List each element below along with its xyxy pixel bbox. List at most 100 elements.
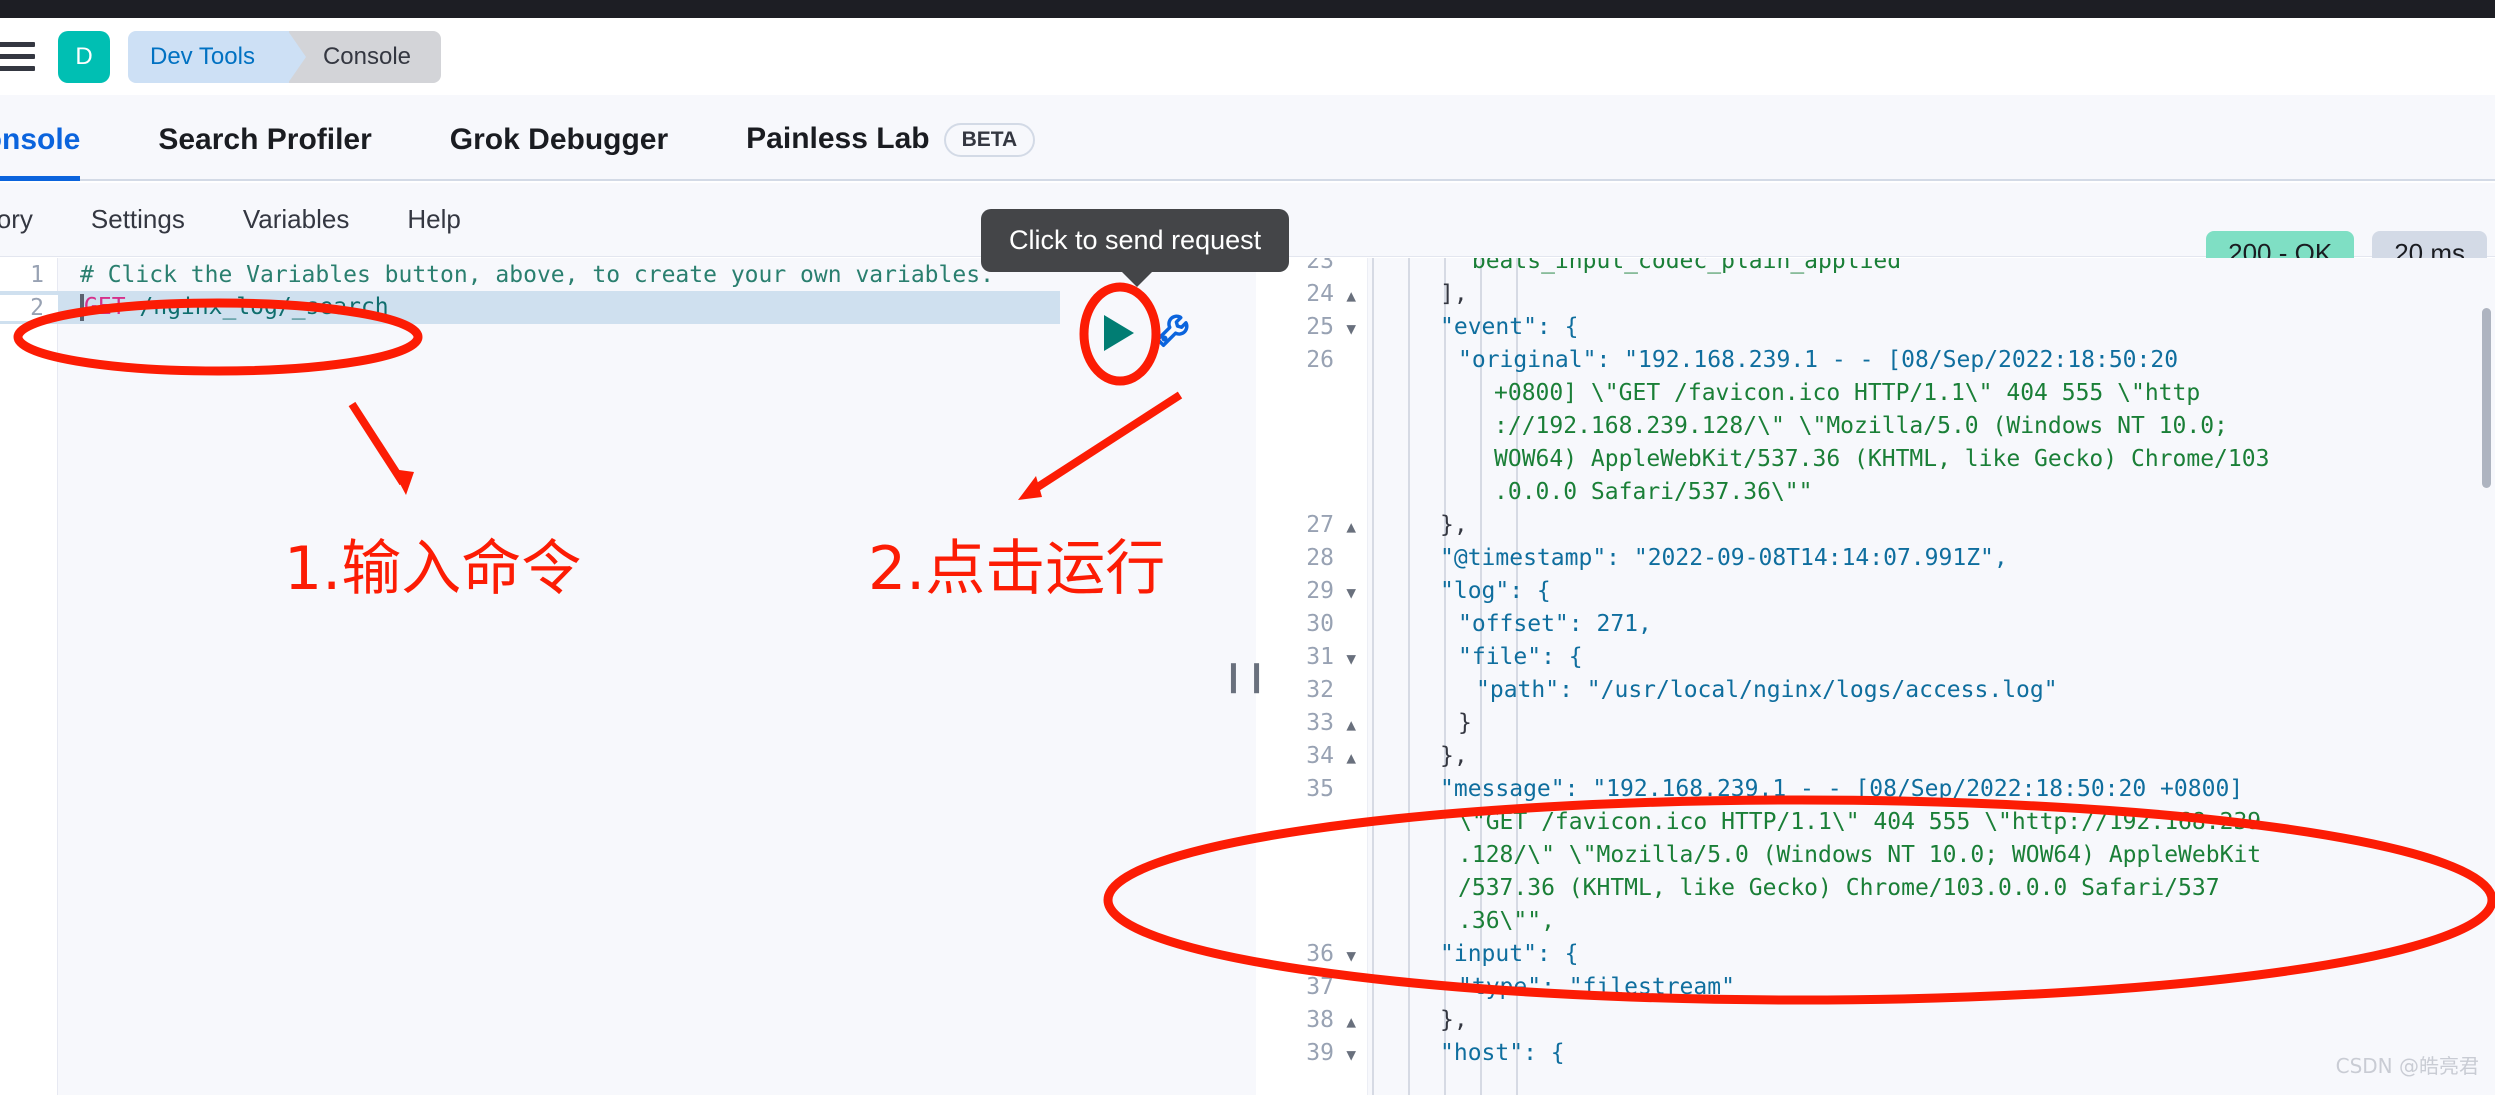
response-line-number: 37 bbox=[1306, 974, 1334, 1000]
response-line: .36\"", bbox=[1256, 908, 2495, 941]
fold-toggle-icon[interactable]: ▼ bbox=[1346, 319, 1356, 338]
splitter-grip: ❙❙ bbox=[1220, 659, 1269, 693]
editor-line-text: GET /nginx_log/_search bbox=[58, 294, 389, 321]
response-line-text: "file": { bbox=[1458, 644, 1583, 670]
response-line-number: 28 bbox=[1306, 545, 1334, 571]
editor-line-number: 2 bbox=[0, 294, 58, 321]
response-line-text: "event": { bbox=[1440, 314, 1579, 340]
play-icon[interactable] bbox=[1104, 315, 1134, 351]
response-line: \"GET /favicon.ico HTTP/1.1\" 404 555 \"… bbox=[1256, 809, 2495, 842]
tab-grok-debugger[interactable]: Grok Debugger bbox=[450, 123, 668, 179]
response-line: 31 ▼ "file": { bbox=[1256, 644, 2495, 677]
space-avatar[interactable]: D bbox=[58, 30, 110, 83]
response-line-number: 35 bbox=[1306, 776, 1334, 802]
response-line-text: }, bbox=[1440, 512, 1468, 538]
response-line-text: +0800] \"GET /favicon.ico HTTP/1.1\" 404… bbox=[1494, 380, 2201, 406]
response-line-number: 24 ▲ bbox=[1306, 281, 1356, 307]
editor-line-text: # Click the Variables button, above, to … bbox=[80, 261, 994, 288]
fold-toggle-icon[interactable]: ▲ bbox=[1346, 517, 1356, 536]
response-line-text: "beats_input_codec_plain_applied" bbox=[1458, 258, 1915, 274]
response-line: 27 ▲}, bbox=[1256, 512, 2495, 545]
response-line-text: WOW64) AppleWebKit/537.36 (KHTML, like G… bbox=[1494, 446, 2270, 472]
tab-search-profiler[interactable]: Search Profiler bbox=[158, 123, 371, 179]
response-line: .0.0.0 Safari/537.36\"" bbox=[1256, 479, 2495, 512]
breadcrumb-item-console[interactable]: Console bbox=[288, 30, 442, 83]
response-line-number: 30 bbox=[1306, 611, 1334, 637]
response-line-number: 31 ▼ bbox=[1306, 644, 1356, 670]
fold-toggle-icon[interactable]: ▼ bbox=[1346, 1045, 1356, 1064]
subnav-item-history[interactable]: History bbox=[0, 204, 33, 235]
response-line-text: "type": "filestream" bbox=[1458, 974, 1735, 1000]
tooltip-send-request: Click to send request bbox=[981, 209, 1290, 287]
fold-toggle-icon[interactable]: ▼ bbox=[1346, 649, 1356, 668]
response-line: 26 "original": "192.168.239.1 - - [08/Sep… bbox=[1256, 347, 2495, 380]
tab-console[interactable]: Console bbox=[0, 123, 81, 181]
response-line-number: 32 bbox=[1306, 677, 1334, 703]
hamburger-menu-icon[interactable] bbox=[0, 37, 40, 77]
fold-toggle-icon[interactable]: ▼ bbox=[1346, 946, 1356, 965]
response-line-text: "log": { bbox=[1440, 578, 1551, 604]
wrench-icon[interactable] bbox=[1152, 305, 1198, 356]
fold-toggle-icon[interactable]: ▲ bbox=[1346, 1012, 1356, 1031]
response-line: +0800] \"GET /favicon.ico HTTP/1.1\" 404… bbox=[1256, 380, 2495, 413]
breadcrumb-item-dev-tools[interactable]: Dev Tools bbox=[128, 30, 306, 83]
subnav-item-variables[interactable]: Variables bbox=[243, 204, 349, 235]
editor-gutter bbox=[0, 258, 58, 1095]
response-line-number: 27 ▲ bbox=[1306, 512, 1356, 538]
hamburger-bar bbox=[0, 66, 35, 71]
response-line-number: 34 ▲ bbox=[1306, 743, 1356, 769]
fold-toggle-icon[interactable]: ▲ bbox=[1346, 715, 1356, 734]
response-line: WOW64) AppleWebKit/537.36 (KHTML, like G… bbox=[1256, 446, 2495, 479]
response-line-text: } bbox=[1458, 710, 1472, 736]
response-line: 36 ▼ "input": { bbox=[1256, 941, 2495, 974]
tab-painless-lab[interactable]: Painless Lab BETA bbox=[746, 121, 1036, 179]
response-line-number: 36 ▼ bbox=[1306, 941, 1356, 967]
response-line: 37 "type": "filestream" bbox=[1256, 974, 2495, 1007]
response-line: 39 ▼ "host": { bbox=[1256, 1040, 2495, 1073]
response-line-text: }, bbox=[1440, 743, 1468, 769]
response-line: 34 ▲}, bbox=[1256, 743, 2495, 776]
tab-painless-lab-label: Painless Lab bbox=[746, 121, 930, 155]
response-viewer[interactable]: 23 "beats_input_codec_plain_applied" 24 ▲],… bbox=[1256, 258, 2495, 1095]
pane-splitter[interactable]: ❙❙ bbox=[1221, 258, 1269, 1095]
response-line: 38 ▲}, bbox=[1256, 1007, 2495, 1040]
hamburger-bar bbox=[0, 54, 35, 59]
subnav-item-help[interactable]: Help bbox=[407, 204, 460, 235]
response-line-text: ], bbox=[1440, 281, 1468, 307]
fold-toggle-icon[interactable]: ▼ bbox=[1346, 583, 1356, 602]
response-line-number: 33 ▲ bbox=[1306, 710, 1356, 736]
response-line-text: \"GET /favicon.ico HTTP/1.1\" 404 555 \"… bbox=[1458, 809, 2262, 835]
annotation-label-step-1: 1.输入命令 bbox=[284, 534, 582, 604]
editor-background bbox=[58, 258, 1235, 1095]
app-header: D Dev Tools Console bbox=[0, 18, 2495, 95]
subnav-item-settings[interactable]: Settings bbox=[91, 204, 185, 235]
response-line-number: 25 ▼ bbox=[1306, 314, 1356, 340]
http-method-token: GET bbox=[84, 294, 126, 320]
response-line: ://192.168.239.128/\" \"Mozilla/5.0 (Win… bbox=[1256, 413, 2495, 446]
response-line: 29 ▼ "log": { bbox=[1256, 578, 2495, 611]
response-line-text: "input": { bbox=[1440, 941, 1579, 967]
response-line-text: }, bbox=[1440, 1007, 1468, 1033]
response-line-number: 38 ▲ bbox=[1306, 1007, 1356, 1033]
hamburger-bar bbox=[0, 42, 35, 47]
response-line-text: .0.0.0 Safari/537.36\"" bbox=[1494, 479, 1813, 505]
fold-toggle-icon[interactable]: ▲ bbox=[1346, 286, 1356, 305]
response-line-number: 39 ▼ bbox=[1306, 1040, 1356, 1066]
request-editor[interactable]: 1 # Click the Variables button, above, t… bbox=[0, 258, 1235, 1095]
annotation-label-step-2: 2.点击运行 bbox=[868, 534, 1166, 604]
editor-line[interactable]: 2 GET /nginx_log/_search bbox=[0, 291, 1060, 324]
response-line: /537.36 (KHTML, like Gecko) Chrome/103.0… bbox=[1256, 875, 2495, 908]
response-line-text: "message": "192.168.239.1 - - [08/Sep/20… bbox=[1440, 776, 2244, 802]
editor-line-number: 1 bbox=[30, 261, 44, 288]
devtools-tabbar: Console Search Profiler Grok Debugger Pa… bbox=[0, 95, 2495, 181]
response-line: .128/\" \"Mozilla/5.0 (Windows NT 10.0; … bbox=[1256, 842, 2495, 875]
response-line-text: "path": "/usr/local/nginx/logs/access.lo… bbox=[1476, 677, 2058, 703]
breadcrumb: Dev Tools Console bbox=[128, 30, 442, 83]
watermark: CSDN @皓亮君 bbox=[2335, 1054, 2479, 1078]
response-line: 35 "message": "192.168.239.1 - - [08/Sep/… bbox=[1256, 776, 2495, 809]
fold-toggle-icon[interactable]: ▲ bbox=[1346, 748, 1356, 767]
response-line: 30 "offset": 271, bbox=[1256, 611, 2495, 644]
response-line-number: 26 bbox=[1306, 347, 1334, 373]
response-line-number: 29 ▼ bbox=[1306, 578, 1356, 604]
beta-badge: BETA bbox=[943, 123, 1036, 157]
